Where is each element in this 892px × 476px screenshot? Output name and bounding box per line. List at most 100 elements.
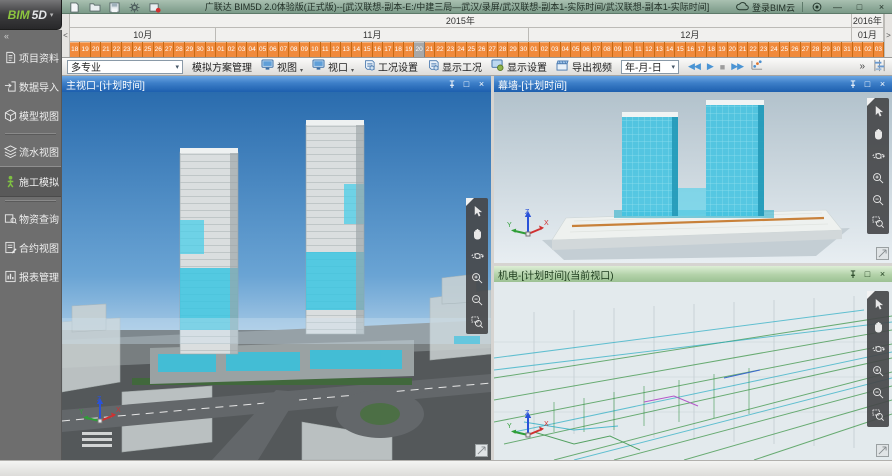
viewport-mep-titlebar[interactable]: 机电-[计划时间](当前视口) □ × [494, 266, 892, 282]
timeline-day-cell[interactable]: 18 [394, 42, 404, 57]
timeline-day-cell[interactable]: 24 [769, 42, 779, 57]
toolbar-overflow-button[interactable]: » [859, 61, 865, 72]
export-video-button[interactable]: 导出视频 [556, 59, 612, 74]
specialty-dropdown[interactable]: 多专业 ▾ [67, 60, 183, 74]
timeline-day-cell[interactable]: 02 [540, 42, 550, 57]
view-button[interactable]: 视图 ▾ [261, 59, 303, 74]
timeline-day-cell[interactable]: 23 [759, 42, 769, 57]
sidebar-item-construction-sim[interactable]: 施工模拟 [0, 166, 61, 197]
viewport-curtain-wall-canvas[interactable]: ZXY [494, 92, 892, 263]
timeline-day-cell[interactable]: 17 [383, 42, 393, 57]
settings-icon[interactable] [128, 1, 141, 13]
timeline-day-cell[interactable]: 25 [467, 42, 477, 57]
timeline-day-cell[interactable]: 01 [529, 42, 539, 57]
timeline-day-cell[interactable]: 23 [446, 42, 456, 57]
timeline-day-cell[interactable]: 30 [195, 42, 205, 57]
timeline-day-cell[interactable]: 18 [707, 42, 717, 57]
timeline-day-cell[interactable]: 10 [623, 42, 633, 57]
close-icon[interactable]: × [877, 269, 888, 280]
select-tool[interactable] [470, 205, 484, 218]
maximize-button[interactable]: □ [852, 1, 867, 13]
maximize-icon[interactable]: □ [862, 269, 873, 280]
timeline-day-cell[interactable]: 26 [790, 42, 800, 57]
timeline-day-cell[interactable]: 25 [780, 42, 790, 57]
select-tool[interactable] [871, 105, 885, 118]
collapse-sidebar-icon[interactable]: « [0, 30, 61, 43]
timeline-day-cell[interactable]: 02 [863, 42, 873, 57]
timeline-scroll-right[interactable]: > [884, 14, 892, 57]
timeline-day-cell[interactable]: 07 [592, 42, 602, 57]
orbit-tool[interactable] [871, 149, 885, 162]
viewport-main-canvas[interactable]: ZXY [62, 92, 491, 460]
timeline-day-cell[interactable]: 22 [435, 42, 445, 57]
rewind-button[interactable]: ◀◀ [688, 61, 700, 72]
timeline-day-cell[interactable]: 09 [300, 42, 310, 57]
timeline-day-cell[interactable]: 19 [404, 42, 414, 57]
viewport-curtain-wall-titlebar[interactable]: 幕墙-[计划时间] □ × [494, 76, 892, 92]
timeline-day-cell[interactable]: 06 [268, 42, 278, 57]
close-icon[interactable]: × [877, 79, 888, 90]
timeline-day-cell[interactable]: 15 [362, 42, 372, 57]
timeline-scroll-left[interactable]: < [62, 14, 70, 57]
timeline-day-cell[interactable]: 28 [174, 42, 184, 57]
timeline-day-cell[interactable]: 29 [822, 42, 832, 57]
sidebar-item-data-import[interactable]: 数据导入 [0, 72, 61, 101]
timeline-day-cell[interactable]: 30 [832, 42, 842, 57]
timeline-day-cell[interactable]: 27 [801, 42, 811, 57]
timeline-day-cell[interactable]: 05 [258, 42, 268, 57]
timeline-day-cell[interactable]: 25 [143, 42, 153, 57]
pin-icon[interactable] [847, 79, 858, 90]
maximize-icon[interactable]: □ [461, 79, 472, 90]
play-button[interactable]: ▶ [707, 61, 713, 72]
zoom-in-tool[interactable] [871, 364, 885, 377]
sidebar-item-material-query[interactable]: 物资查询 [0, 204, 61, 233]
skin-icon[interactable] [810, 1, 823, 13]
timeline-day-cell[interactable]: 08 [602, 42, 612, 57]
timeline-day-cell[interactable]: 18 [70, 42, 80, 57]
timeline-day-cell[interactable]: 04 [561, 42, 571, 57]
timeline-day-cell[interactable]: 01 [853, 42, 863, 57]
timeline-day-cell[interactable]: 20 [91, 42, 101, 57]
timeline-day-cell[interactable]: 11 [321, 42, 331, 57]
sidebar-item-model-view[interactable]: 模型视图 [0, 101, 61, 130]
timeline-day-cell[interactable]: 28 [811, 42, 821, 57]
open-folder-icon[interactable] [88, 1, 101, 13]
notification-icon[interactable] [148, 1, 161, 13]
sidebar-item-report-management[interactable]: 报表管理 [0, 262, 61, 291]
timeline-day-cell[interactable]: 12 [644, 42, 654, 57]
timeline-day-cell[interactable]: 16 [373, 42, 383, 57]
fast-forward-button[interactable]: ▶▶ [731, 61, 743, 72]
zoom-out-tool[interactable] [871, 386, 885, 399]
timeline-day-cell[interactable]: 14 [665, 42, 675, 57]
timeline-day-cell[interactable]: 03 [550, 42, 560, 57]
display-settings-button[interactable]: 显示设置 [491, 59, 547, 74]
pin-icon[interactable] [847, 269, 858, 280]
zoom-out-tool[interactable] [871, 193, 885, 206]
minimize-button[interactable]: — [830, 1, 845, 13]
viewport-button[interactable]: 视口 ▾ [312, 59, 354, 74]
timeline-day-cell[interactable]: 29 [508, 42, 518, 57]
timeline-day-cell[interactable]: 03 [237, 42, 247, 57]
zoom-window-tool[interactable] [871, 215, 885, 228]
timeline-day-cell[interactable]: 29 [185, 42, 195, 57]
stop-button[interactable]: ■ [720, 62, 724, 72]
pan-tool[interactable] [470, 227, 484, 240]
timeline-day-cell[interactable]: 08 [289, 42, 299, 57]
timeline-day-cell[interactable]: 23 [122, 42, 132, 57]
close-button[interactable]: × [874, 1, 889, 13]
timeline-day-cell[interactable]: 21 [101, 42, 111, 57]
timeline-day-cell[interactable]: 20 [414, 42, 424, 57]
work-condition-settings-button[interactable]: 工况设置 [363, 59, 418, 74]
timeline-day-cell[interactable]: 24 [133, 42, 143, 57]
timeline-day-cell[interactable]: 26 [154, 42, 164, 57]
select-tool[interactable] [871, 298, 885, 311]
milestone-icon[interactable] [750, 59, 764, 74]
simulation-plan-manage-button[interactable]: 模拟方案管理 [192, 59, 252, 74]
timeline-day-cell[interactable]: 10 [310, 42, 320, 57]
timeline-day-cell[interactable]: 20 [728, 42, 738, 57]
sidebar-item-flow-view[interactable]: 流水视图 [0, 137, 61, 166]
zoom-window-tool[interactable] [871, 408, 885, 421]
timeline-day-cell[interactable]: 17 [696, 42, 706, 57]
timeline-day-cell[interactable]: 14 [352, 42, 362, 57]
timeline-day-cell[interactable]: 13 [655, 42, 665, 57]
